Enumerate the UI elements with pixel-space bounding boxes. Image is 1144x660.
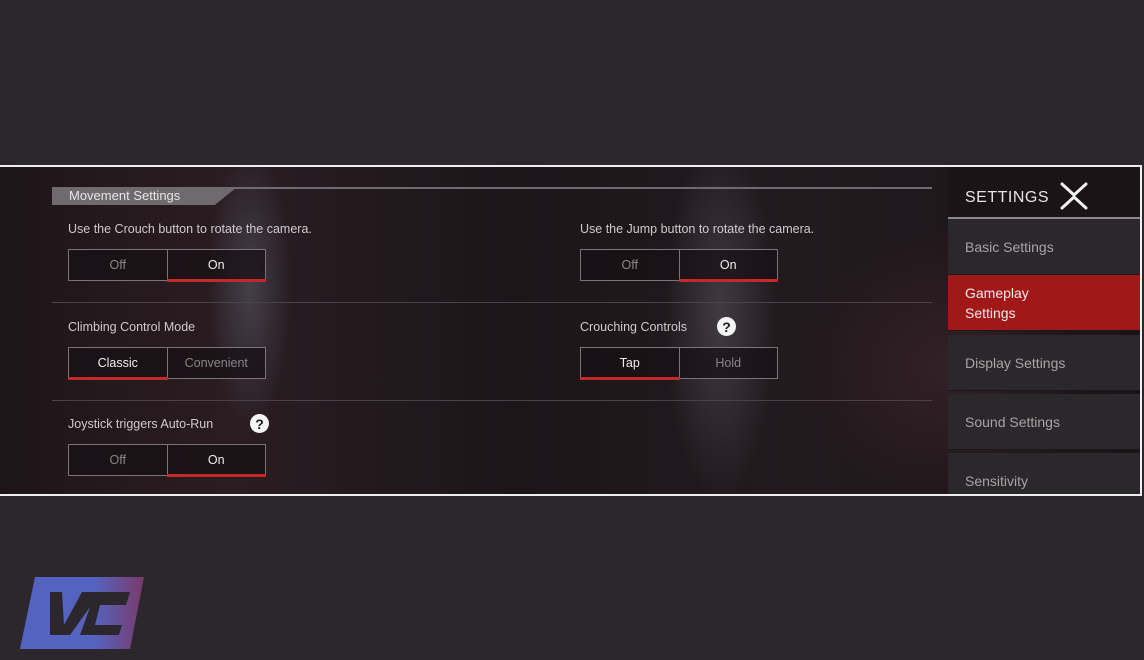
option-classic[interactable]: Classic xyxy=(68,347,168,380)
section-header: Movement Settings xyxy=(52,187,932,205)
option-off[interactable]: Off xyxy=(68,444,168,476)
toggle-crouch-camera: Off On xyxy=(68,249,266,282)
sidebar-item-sound-settings[interactable]: Sound Settings xyxy=(948,394,1140,450)
row-divider xyxy=(52,400,932,401)
toggle-auto-run: Off On xyxy=(68,444,266,477)
sidebar-item-display-settings[interactable]: Display Settings xyxy=(948,335,1140,391)
x-close-icon[interactable] xyxy=(1059,181,1089,211)
help-icon[interactable]: ? xyxy=(717,317,736,336)
settings-panel: Movement Settings Use the Crouch button … xyxy=(0,165,1142,496)
sidebar-header: SETTINGS xyxy=(948,167,1140,219)
row-divider xyxy=(52,302,932,303)
toggle-jump-camera: Off On xyxy=(580,249,778,282)
toggle-crouching-controls: Tap Hold xyxy=(580,347,778,380)
help-icon[interactable]: ? xyxy=(250,414,269,433)
sidebar-item-gameplay-settings[interactable]: Gameplay Settings xyxy=(948,275,1140,331)
settings-sidebar: SETTINGS Basic Settings Gameplay Setting… xyxy=(948,167,1140,494)
sidebar-item-sensitivity[interactable]: Sensitivity xyxy=(948,453,1140,494)
setting-label-auto-run: Joystick triggers Auto-Run xyxy=(68,417,214,431)
setting-label-crouching-controls: Crouching Controls xyxy=(580,320,687,334)
option-off[interactable]: Off xyxy=(580,249,680,281)
section-title: Movement Settings xyxy=(69,188,181,203)
option-on[interactable]: On xyxy=(166,249,266,282)
option-off[interactable]: Off xyxy=(68,249,168,281)
sidebar-title: SETTINGS xyxy=(965,189,1050,206)
option-hold[interactable]: Hold xyxy=(679,347,778,379)
setting-label-crouch-camera: Use the Crouch button to rotate the came… xyxy=(68,222,312,236)
sidebar-item-basic-settings[interactable]: Basic Settings xyxy=(948,219,1140,275)
option-convenient[interactable]: Convenient xyxy=(167,347,266,379)
setting-label-jump-camera: Use the Jump button to rotate the camera… xyxy=(580,222,815,236)
option-on[interactable]: On xyxy=(166,444,266,477)
toggle-climbing-mode: Classic Convenient xyxy=(68,347,266,380)
option-tap[interactable]: Tap xyxy=(580,347,680,380)
section-divider xyxy=(232,187,932,189)
option-on[interactable]: On xyxy=(678,249,778,282)
vc-logo-icon xyxy=(20,577,144,649)
setting-label-climbing-mode: Climbing Control Mode xyxy=(68,320,196,334)
